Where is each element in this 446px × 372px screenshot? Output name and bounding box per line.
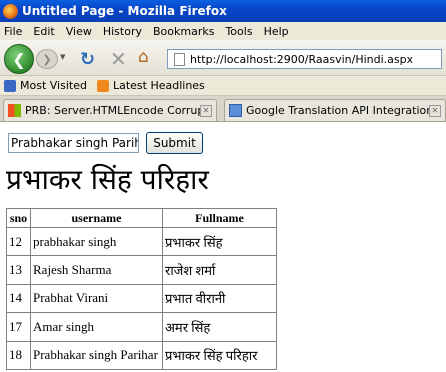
table-row: 14 Prabhat Virani प्रभात वीरानी bbox=[6, 283, 277, 314]
reload-icon[interactable]: ↻ bbox=[80, 49, 95, 70]
stop-icon[interactable]: ✕ bbox=[110, 47, 127, 71]
cell-sno: 18 bbox=[6, 340, 31, 370]
cell-username: Prabhakar singh Parihar bbox=[30, 340, 163, 370]
rss-feed-icon bbox=[96, 79, 109, 92]
users-table: sno username Fullname 12 prabhakar singh… bbox=[6, 208, 277, 370]
menu-tools[interactable]: Tools bbox=[225, 25, 252, 38]
menu-history[interactable]: History bbox=[103, 25, 142, 38]
cell-sno: 12 bbox=[6, 226, 31, 257]
bookmark-label: Most Visited bbox=[20, 79, 87, 92]
home-icon[interactable]: ⌂ bbox=[138, 47, 149, 67]
cell-username: Amar singh bbox=[30, 312, 163, 342]
page-icon bbox=[174, 52, 185, 66]
window-titlebar: Untitled Page - Mozilla Firefox bbox=[0, 0, 446, 22]
cell-fullname: प्रभाकर सिंह परिहार bbox=[162, 340, 277, 370]
cell-sno: 14 bbox=[6, 283, 31, 314]
back-arrow-icon: ❮ bbox=[12, 49, 26, 69]
table-row: 12 prabhakar singh प्रभाकर सिंह bbox=[6, 226, 277, 257]
cell-username: prabhakar singh bbox=[30, 226, 163, 257]
menu-bookmarks[interactable]: Bookmarks bbox=[153, 25, 214, 38]
cell-username: Prabhat Virani bbox=[30, 283, 163, 314]
browser-tab[interactable]: PRB: Server.HTMLEncode Corrupts U... ✕ bbox=[3, 99, 217, 121]
menu-bar: File Edit View History Bookmarks Tools H… bbox=[0, 22, 446, 40]
cell-fullname: प्रभात वीरानी bbox=[162, 283, 277, 314]
hindi-name-heading: प्रभाकर सिंह परिहार bbox=[6, 163, 209, 196]
table-row: 17 Amar singh अमर सिंह bbox=[6, 312, 277, 342]
table-row: 13 Rajesh Sharma राजेश शर्मा bbox=[6, 255, 277, 285]
menu-file[interactable]: File bbox=[4, 25, 22, 38]
bookmark-most-visited[interactable]: Most Visited bbox=[4, 79, 87, 92]
bookmarks-toolbar: Most Visited Latest Headlines bbox=[0, 76, 446, 96]
table-row: 18 Prabhakar singh Parihar प्रभाकर सिंह … bbox=[6, 340, 277, 370]
cell-fullname: राजेश शर्मा bbox=[162, 255, 277, 285]
history-dropdown-icon[interactable]: ▼ bbox=[60, 53, 65, 61]
address-bar[interactable]: http://localhost:2900/Raasvin/Hindi.aspx bbox=[167, 49, 442, 69]
page-favicon-icon bbox=[229, 104, 242, 117]
tab-label: Google Translation API Integration in ..… bbox=[246, 104, 429, 117]
close-tab-icon[interactable]: ✕ bbox=[429, 104, 441, 117]
navigation-toolbar: ❮ ❯ ▼ ↻ ✕ ⌂ http://localhost:2900/Raasvi… bbox=[0, 40, 446, 76]
header-fullname: Fullname bbox=[162, 208, 277, 228]
page-content: Prabhakar singh Parihar Submit प्रभाकर स… bbox=[0, 122, 446, 372]
tab-strip: PRB: Server.HTMLEncode Corrupts U... ✕ G… bbox=[0, 96, 446, 122]
forward-arrow-icon: ❯ bbox=[42, 52, 52, 66]
cell-username: Rajesh Sharma bbox=[30, 255, 163, 285]
cell-sno: 13 bbox=[6, 255, 31, 285]
cell-fullname: प्रभाकर सिंह bbox=[162, 226, 277, 257]
close-tab-icon[interactable]: ✕ bbox=[200, 104, 212, 117]
header-username: username bbox=[30, 208, 163, 228]
cell-sno: 17 bbox=[6, 312, 31, 342]
name-input[interactable]: Prabhakar singh Parihar bbox=[8, 133, 139, 153]
menu-view[interactable]: View bbox=[66, 25, 92, 38]
menu-edit[interactable]: Edit bbox=[33, 25, 54, 38]
firefox-logo-icon bbox=[3, 3, 18, 19]
cell-fullname: अमर सिंह bbox=[162, 312, 277, 342]
header-sno: sno bbox=[6, 208, 31, 228]
url-text: http://localhost:2900/Raasvin/Hindi.aspx bbox=[190, 52, 414, 66]
window-title: Untitled Page - Mozilla Firefox bbox=[22, 4, 227, 18]
bookmark-label: Latest Headlines bbox=[112, 79, 205, 92]
microsoft-favicon-icon bbox=[8, 104, 21, 117]
menu-help[interactable]: Help bbox=[264, 25, 289, 38]
bookmark-folder-icon bbox=[4, 79, 16, 92]
bookmark-latest-headlines[interactable]: Latest Headlines bbox=[96, 79, 205, 92]
tab-label: PRB: Server.HTMLEncode Corrupts U... bbox=[25, 104, 200, 117]
browser-tab[interactable]: Google Translation API Integration in ..… bbox=[224, 99, 446, 121]
back-button[interactable]: ❮ bbox=[4, 44, 34, 74]
table-header-row: sno username Fullname bbox=[6, 208, 277, 228]
forward-button[interactable]: ❯ bbox=[36, 49, 58, 69]
submit-button[interactable]: Submit bbox=[146, 132, 203, 154]
